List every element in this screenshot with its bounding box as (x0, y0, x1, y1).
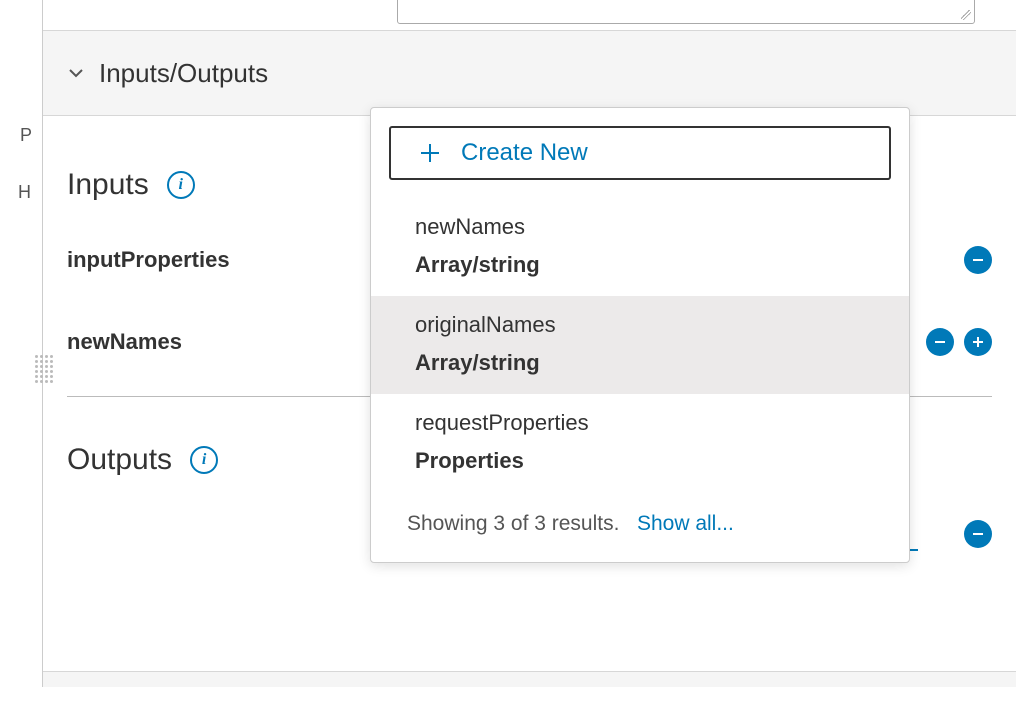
drag-handle-icon[interactable] (35, 355, 51, 385)
show-all-link[interactable]: Show all... (637, 512, 734, 535)
section-header-title: Inputs/Outputs (99, 58, 268, 89)
outputs-title: Outputs (67, 443, 172, 477)
popover-footer: Showing 3 of 3 results. Show all... (371, 492, 909, 562)
plus-icon (419, 142, 441, 164)
create-new-label: Create New (461, 139, 588, 167)
item-type: Array/string (415, 350, 865, 376)
popover-item-requestProperties[interactable]: requestProperties Properties (371, 394, 909, 492)
remove-input-button[interactable] (926, 328, 954, 356)
item-name: requestProperties (415, 410, 865, 436)
item-type: Properties (415, 448, 865, 474)
chevron-down-icon (67, 64, 85, 82)
top-field-area (43, 0, 1016, 30)
popover-item-originalNames[interactable]: originalNames Array/string (371, 296, 909, 394)
item-type: Array/string (415, 252, 865, 278)
item-name: originalNames (415, 312, 865, 338)
inputs-title: Inputs (67, 168, 149, 202)
add-input-button[interactable] (964, 328, 992, 356)
description-textarea[interactable] (397, 0, 975, 24)
popover-item-newNames[interactable]: newNames Array/string (371, 198, 909, 296)
item-name: newNames (415, 214, 865, 240)
remove-output-button[interactable] (964, 520, 992, 548)
create-new-button[interactable]: Create New (389, 126, 891, 180)
next-section-header (43, 671, 1016, 687)
info-icon[interactable]: i (167, 171, 195, 199)
main-panel: Inputs/Outputs Inputs i inputProperties … (42, 0, 1016, 687)
variable-picker-popover: Create New newNames Array/string origina… (370, 107, 910, 563)
input-label: inputProperties (67, 247, 230, 273)
remove-input-button[interactable] (964, 246, 992, 274)
results-count-text: Showing 3 of 3 results. (407, 512, 619, 535)
gutter-letter-h: H (18, 182, 31, 203)
gutter-letter-p: P (20, 125, 32, 146)
input-label: newNames (67, 329, 182, 355)
info-icon[interactable]: i (190, 446, 218, 474)
inputs-outputs-header[interactable]: Inputs/Outputs (43, 30, 1016, 116)
